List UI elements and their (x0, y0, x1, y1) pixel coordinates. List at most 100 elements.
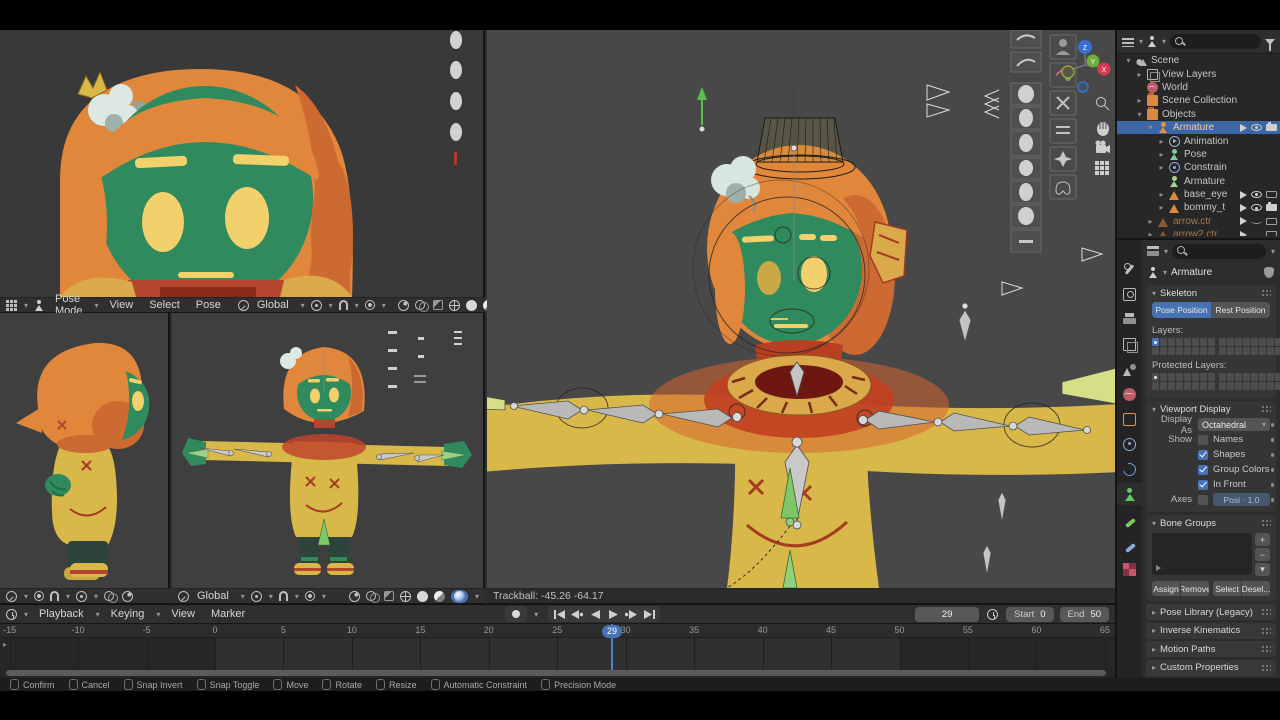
xray-toggle-icon[interactable] (432, 300, 443, 310)
layer-cell[interactable] (1235, 382, 1242, 390)
panel-skeleton-header[interactable]: ▾ Skeleton (1146, 285, 1276, 301)
layer-cell[interactable] (1235, 373, 1242, 381)
layer-cell[interactable] (1160, 338, 1167, 346)
checkbox-in-front[interactable] (1198, 479, 1208, 490)
layer-cell[interactable] (1152, 373, 1159, 381)
shading-solid-icon[interactable] (416, 590, 428, 602)
panel-grip-icon[interactable] (1261, 608, 1271, 616)
outliner[interactable]: ▾ ▾ ▾ Scene ▸ View Layers World ▸ Scene Collec… (1117, 30, 1280, 236)
filter-icon[interactable] (1265, 38, 1275, 51)
animate-dot[interactable] (1270, 423, 1274, 427)
properties-tab-viewlayer[interactable] (1117, 333, 1142, 355)
properties-tab-boneconstraint[interactable] (1117, 533, 1142, 555)
orientation-icon[interactable] (237, 299, 249, 311)
current-frame-field[interactable]: 29 (915, 606, 980, 622)
play-button[interactable] (605, 607, 621, 621)
layer-cell[interactable] (1168, 373, 1175, 381)
layer-cell[interactable] (1219, 373, 1226, 381)
menu-marker[interactable]: Marker (206, 607, 250, 621)
outliner-row-arrow-ctr[interactable]: ▸ arrow.ctr (1117, 215, 1280, 228)
timeline-editor[interactable]: ▾ Playback ▾ Keying ▾ View Marker ▾ 29 S… (0, 604, 1115, 678)
layer-cell[interactable] (1227, 373, 1234, 381)
panel-grip-icon[interactable] (1261, 405, 1271, 413)
auto-keying-button[interactable] (508, 607, 524, 621)
pivot-icon[interactable] (76, 590, 88, 602)
gizmos-toggle-icon[interactable] (397, 299, 409, 311)
layer-cell[interactable] (1219, 347, 1226, 355)
render-camera-icon[interactable] (1266, 191, 1277, 199)
rest-position-button[interactable]: Rest Position (1211, 302, 1270, 318)
visibility-eye-closed-icon[interactable] (1251, 218, 1262, 225)
play-reverse-button[interactable] (587, 607, 603, 621)
properties-tab-object[interactable] (1117, 408, 1142, 430)
orientation-selector[interactable]: Global (255, 298, 294, 312)
outliner-filter-mode-icon[interactable] (1147, 36, 1157, 47)
assign-button[interactable]: Assign (1152, 581, 1180, 596)
visibility-eye-icon[interactable] (1251, 124, 1262, 132)
expand-caret-icon[interactable]: ▸ (1156, 137, 1167, 146)
next-keyframe-button[interactable] (623, 607, 639, 621)
frame-end-field[interactable]: End 50 (1059, 606, 1110, 622)
viewport-side-view[interactable] (0, 313, 170, 588)
expand-caret-icon[interactable]: ▾ (1123, 56, 1134, 65)
selectable-cursor-icon[interactable] (1240, 217, 1247, 226)
properties-search-input[interactable] (1172, 243, 1266, 259)
animate-dot[interactable] (1270, 453, 1274, 457)
animate-dot[interactable] (1270, 438, 1274, 442)
outliner-row-armature[interactable]: ▾ Armature (1117, 120, 1280, 135)
layer-cell[interactable] (1259, 347, 1266, 355)
layer-cell[interactable] (1243, 338, 1250, 346)
layer-cell[interactable] (1184, 373, 1191, 381)
animate-dot[interactable] (1270, 468, 1274, 472)
jump-to-start-button[interactable] (551, 607, 567, 621)
outliner-row-objects[interactable]: ▾ Objects (1117, 106, 1280, 121)
layer-cell[interactable] (1275, 373, 1280, 381)
viewport-main[interactable]: Z Y X (487, 30, 1115, 588)
panel-grip-icon[interactable] (1261, 519, 1271, 527)
layer-cell[interactable] (1259, 338, 1266, 346)
outliner-row-animation[interactable]: ▸ Animation (1117, 134, 1280, 147)
panel-grip-icon[interactable] (1261, 626, 1271, 635)
layer-cell[interactable] (1208, 338, 1215, 346)
axes-position-slider[interactable]: Posi · 1.0 (1213, 493, 1270, 506)
animate-dot[interactable] (1270, 483, 1274, 487)
layer-cell[interactable] (1275, 338, 1280, 346)
add-bone-group-button[interactable]: + (1255, 533, 1270, 546)
properties-tab-texture[interactable] (1117, 558, 1142, 580)
properties-tab-output[interactable] (1117, 308, 1142, 330)
pivot-icon[interactable] (310, 299, 322, 311)
use-preview-range-icon[interactable] (987, 608, 999, 620)
visibility-eye-icon[interactable] (1251, 204, 1262, 212)
panel-pose-library-legacy-[interactable]: ▸ Pose Library (Legacy) (1146, 604, 1276, 620)
panel-bone-groups-header[interactable]: ▾ Bone Groups (1146, 515, 1276, 531)
expand-caret-icon[interactable]: ▸ (1145, 217, 1156, 226)
prev-keyframe-button[interactable] (569, 607, 585, 621)
layer-cell[interactable] (1275, 382, 1280, 390)
render-camera-icon[interactable] (1266, 122, 1277, 132)
shading-material-icon[interactable] (433, 590, 445, 602)
menu-playback[interactable]: Playback (34, 607, 89, 621)
expand-caret-icon[interactable]: ▸ (1134, 96, 1145, 105)
layer-cell[interactable] (1184, 347, 1191, 355)
gizmos-toggle-icon[interactable] (348, 590, 360, 602)
selectable-cursor-icon[interactable] (1240, 230, 1247, 236)
layer-cell[interactable] (1176, 373, 1183, 381)
layer-cell[interactable] (1235, 347, 1242, 355)
render-camera-icon[interactable] (1266, 202, 1277, 212)
outliner-row-scene[interactable]: ▾ Scene (1117, 54, 1280, 67)
overlays-toggle-icon[interactable] (365, 591, 380, 603)
select-button[interactable]: Select (1213, 581, 1241, 596)
layer-cell[interactable] (1235, 338, 1242, 346)
remove-bone-group-button[interactable]: − (1255, 548, 1270, 561)
layer-cell[interactable] (1219, 382, 1226, 390)
outliner-display-mode-icon[interactable] (1122, 36, 1134, 47)
snap-icon[interactable] (338, 300, 348, 310)
properties-tab-tool[interactable] (1117, 258, 1142, 280)
properties-editor[interactable]: ▾ ▾ ▾ Armature ▾ Skeleton Pose Position … (1117, 238, 1280, 691)
shading-solid-icon[interactable] (465, 299, 477, 311)
properties-tab-render[interactable] (1117, 283, 1142, 305)
deselect-button[interactable]: Desel... (1242, 581, 1270, 596)
expand-caret-icon[interactable]: ▸ (1156, 163, 1167, 172)
expand-caret-icon[interactable]: ▾ (1134, 110, 1145, 119)
bone-groups-specials-button[interactable]: ▾ (1255, 563, 1270, 576)
